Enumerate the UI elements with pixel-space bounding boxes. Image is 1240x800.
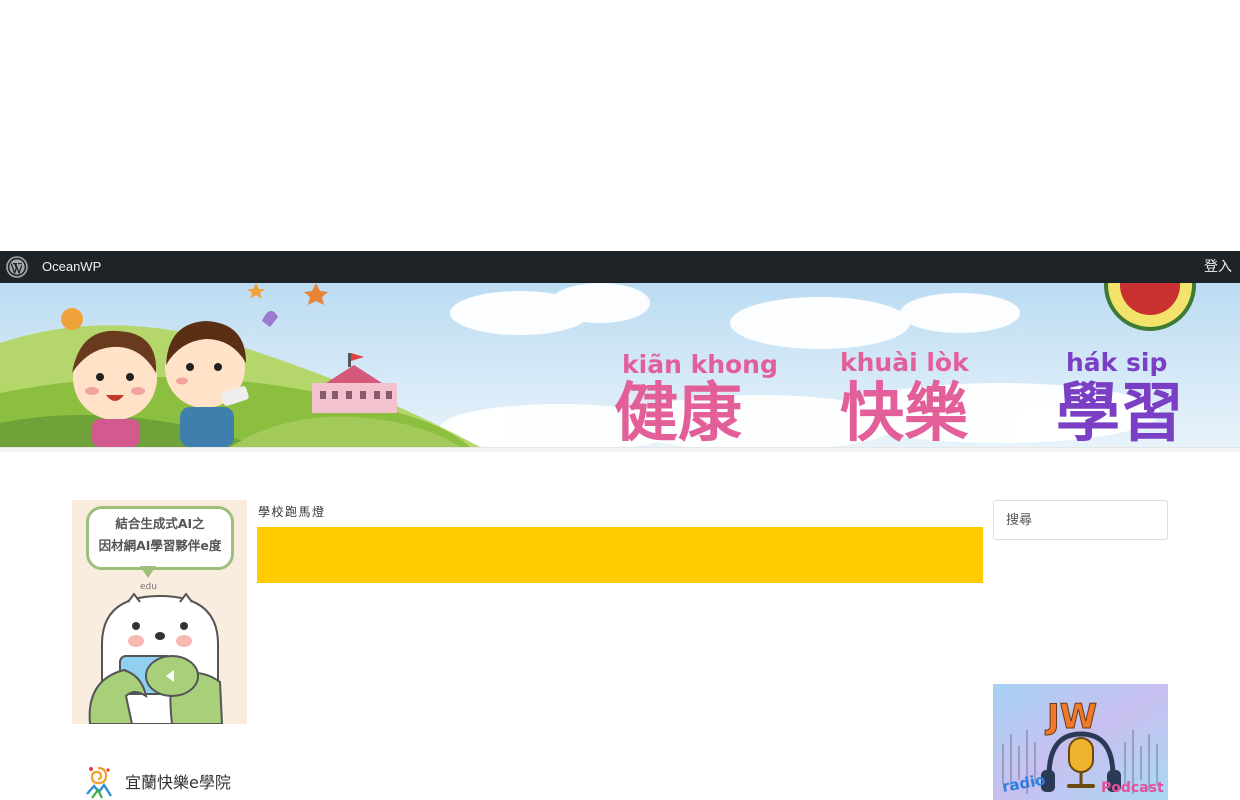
promo-text-line1: 結合生成式AI之 (115, 516, 205, 531)
banner-hanzi-2: 快樂 (840, 377, 969, 447)
mascot-icon (88, 592, 224, 724)
radio-title-text: JW (1045, 697, 1097, 737)
search-input[interactable] (993, 500, 1168, 540)
banner-hanzi-3: 學習 (1056, 377, 1184, 447)
marquee-title: 學校跑馬燈 (258, 505, 326, 519)
radio-podcast-illustration: JW radio Podcast (993, 684, 1168, 800)
admin-bar: OceanWP 登入 (0, 251, 1240, 283)
wordpress-logo-icon[interactable] (6, 256, 28, 278)
school-marquee[interactable] (257, 527, 983, 583)
site-name-link[interactable]: OceanWP (42, 259, 101, 275)
banner-romanization-1: kiãn khong (622, 350, 778, 379)
banner-hanzi-1: 健康 (614, 377, 742, 447)
promo-text-line2: 因材網AI學習夥伴e度 (98, 538, 222, 553)
header-divider (0, 447, 1240, 452)
banner-romanization-3: hák sip (1066, 348, 1167, 377)
header-banner[interactable]: kiãn khong 健康 khuài lòk 快樂 hák sip 學習 (0, 283, 1240, 447)
login-link[interactable]: 登入 (1204, 258, 1232, 276)
banner-romanization-2: khuài lòk (840, 348, 970, 377)
yilan-e-academy-link[interactable]: 宜蘭快樂e學院 (84, 764, 254, 800)
radio-right-text: Podcast (1101, 780, 1164, 796)
e-academy-label: 宜蘭快樂e學院 (125, 773, 231, 792)
banner-illustration: kiãn khong 健康 khuài lòk 快樂 hák sip 學習 (0, 283, 1240, 447)
ai-learning-partner-banner[interactable]: 結合生成式AI之 因材網AI學習夥伴e度 edu (72, 500, 247, 724)
e-academy-logo-icon (86, 766, 113, 799)
promo-text: 結合生成式AI之 因材網AI學習夥伴e度 (88, 513, 232, 557)
jw-radio-podcast-banner[interactable]: JW radio Podcast (993, 684, 1168, 800)
speech-bubble-tail (140, 566, 156, 578)
